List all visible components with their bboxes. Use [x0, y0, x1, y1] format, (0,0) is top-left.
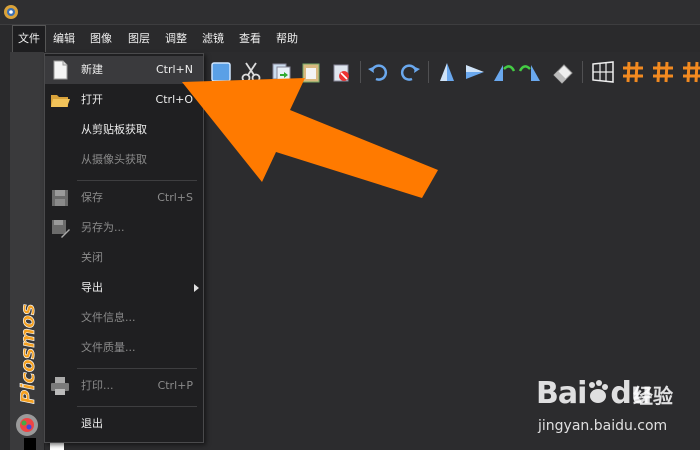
menu-item-label: 从摄像头获取	[81, 153, 147, 166]
title-bar	[0, 0, 700, 25]
menu-item-label: 新建	[81, 63, 103, 76]
baidu-jingyan-watermark: Bai du 经验 jingyan.baidu.com	[536, 376, 700, 436]
menu-item-save[interactable]: 保存 Ctrl+S	[45, 184, 203, 212]
menu-separator	[77, 406, 197, 407]
menu-item-file-info[interactable]: 文件信息...	[45, 304, 203, 332]
menu-item-save-as[interactable]: 另存为...	[45, 214, 203, 242]
palette-gear-icon[interactable]	[14, 412, 40, 438]
menu-item-file-quality[interactable]: 文件质量...	[45, 334, 203, 362]
menu-item-label: 关闭	[81, 251, 103, 264]
new-document-icon	[53, 60, 68, 80]
menu-item-new[interactable]: 新建 Ctrl+N	[45, 56, 203, 84]
menu-item-open[interactable]: 打开 Ctrl+O	[45, 86, 203, 114]
copy-icon[interactable]	[268, 59, 294, 85]
menu-item-shortcut: Ctrl+S	[157, 191, 193, 204]
menu-view[interactable]: 查看	[234, 25, 266, 52]
watermark-brand: 经验	[633, 384, 673, 408]
menu-separator	[77, 368, 197, 369]
hash-grid-icon[interactable]	[620, 59, 646, 85]
redo-icon[interactable]	[396, 59, 422, 85]
picosmos-brand: Picosmos	[17, 303, 40, 404]
foreground-color-swatch[interactable]	[24, 438, 36, 450]
flip-vertical-icon[interactable]	[434, 59, 460, 85]
menu-item-from-camera[interactable]: 从摄像头获取	[45, 146, 203, 174]
menu-item-shortcut: Ctrl+P	[157, 379, 193, 392]
menu-bar: 文件 编辑 图像 图层 调整 滤镜 查看 帮助	[0, 25, 700, 52]
hash-grid-icon[interactable]	[650, 59, 676, 85]
menu-item-label: 另存为...	[81, 221, 125, 234]
menu-item-print[interactable]: 打印... Ctrl+P	[45, 372, 203, 400]
toolbar-separator	[360, 61, 361, 83]
menu-edit[interactable]: 编辑	[48, 25, 80, 52]
grid-icon[interactable]	[590, 59, 616, 85]
file-menu-dropdown: 新建 Ctrl+N 打开 Ctrl+O 从剪贴板获取 从摄像头获取 保存 Ctr…	[44, 53, 204, 443]
menu-item-from-clipboard[interactable]: 从剪贴板获取	[45, 116, 203, 144]
menu-layer[interactable]: 图层	[123, 25, 155, 52]
select-rect-icon[interactable]	[208, 59, 234, 85]
menu-item-shortcut: Ctrl+O	[155, 93, 193, 106]
menu-item-label: 打开	[81, 93, 103, 106]
picosmos-brand-label: Picosmos	[17, 304, 39, 404]
watermark-url: jingyan.baidu.com	[538, 418, 668, 434]
menu-item-label: 退出	[81, 417, 103, 430]
menu-item-label: 导出	[81, 281, 103, 294]
flip-horizontal-icon[interactable]	[462, 59, 488, 85]
menu-separator	[77, 180, 197, 181]
paste-icon[interactable]	[298, 59, 324, 85]
menu-image[interactable]: 图像	[85, 25, 117, 52]
save-disk-icon	[52, 190, 68, 206]
menu-item-label: 文件信息...	[81, 311, 136, 324]
menu-item-label: 保存	[81, 191, 103, 204]
menu-adjust[interactable]: 调整	[160, 25, 192, 52]
hash-grid-icon[interactable]	[680, 59, 700, 85]
delete-icon[interactable]	[328, 59, 354, 85]
toolbar-separator	[582, 61, 583, 83]
menu-item-label: 从剪贴板获取	[81, 123, 147, 136]
eraser-icon[interactable]	[550, 59, 576, 85]
open-folder-icon	[51, 95, 70, 107]
toolbar	[200, 55, 700, 91]
toolbar-separator	[428, 61, 429, 83]
menu-item-export[interactable]: 导出	[45, 274, 203, 302]
paw-icon	[589, 380, 609, 403]
menu-item-label: 打印...	[81, 379, 114, 392]
save-as-icon	[52, 220, 70, 238]
menu-filter[interactable]: 滤镜	[197, 25, 229, 52]
menu-item-label: 文件质量...	[81, 341, 136, 354]
printer-icon	[51, 377, 69, 395]
menu-file[interactable]: 文件	[12, 25, 46, 52]
submenu-arrow-icon	[194, 284, 199, 292]
rotate-right-icon[interactable]	[518, 59, 544, 85]
rotate-left-icon[interactable]	[490, 59, 516, 85]
menu-item-shortcut: Ctrl+N	[155, 63, 193, 76]
cut-icon[interactable]	[238, 59, 264, 85]
menu-help[interactable]: 帮助	[271, 25, 303, 52]
app-logo-icon	[4, 5, 18, 19]
menu-item-close[interactable]: 关闭	[45, 244, 203, 272]
menu-item-exit[interactable]: 退出	[45, 410, 203, 438]
undo-icon[interactable]	[366, 59, 392, 85]
